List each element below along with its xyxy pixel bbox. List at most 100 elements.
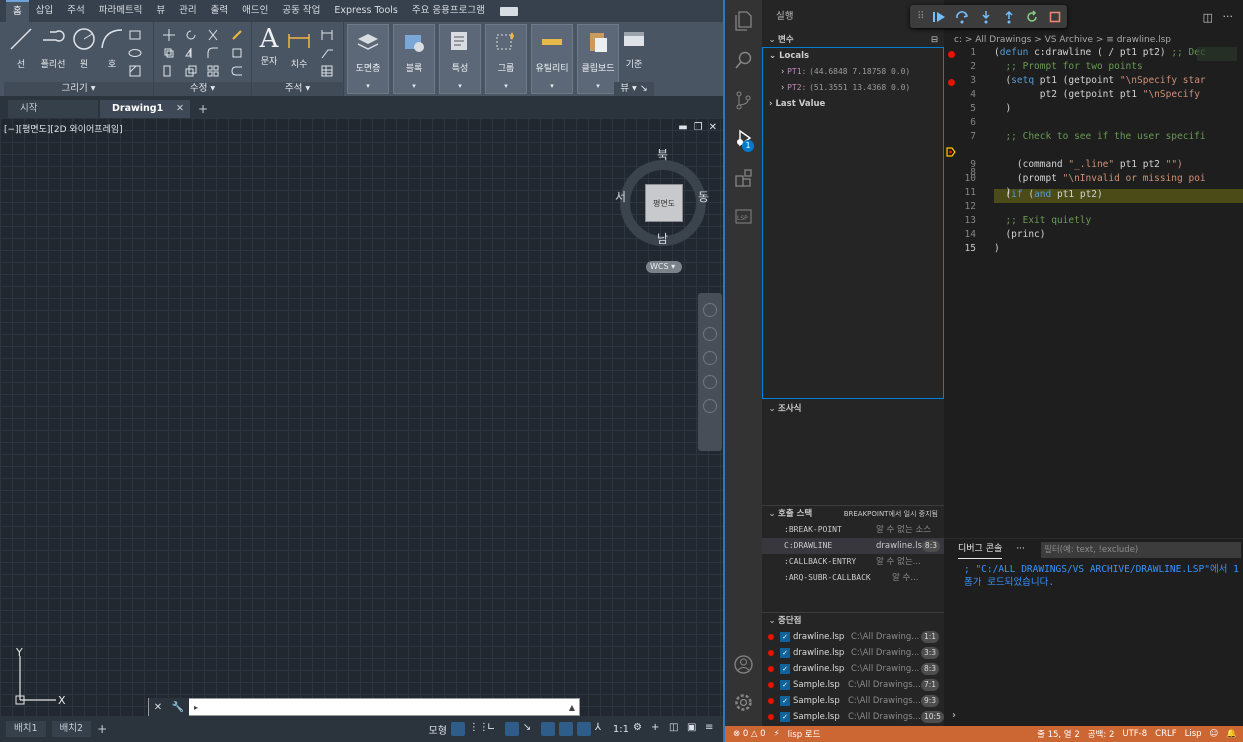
breakpoint-marker-icon[interactable]: [948, 51, 955, 58]
ribbon-tab-manage[interactable]: 관리: [172, 0, 203, 22]
eol-status[interactable]: CRLF: [1155, 729, 1176, 739]
clipboard-button[interactable]: 클립보드 ▾: [577, 24, 619, 94]
minimize-viewport-icon[interactable]: ▬: [678, 122, 687, 133]
command-expand-icon[interactable]: ▲: [565, 703, 579, 712]
account-icon[interactable]: [733, 654, 754, 675]
ortho-icon[interactable]: ∟: [487, 722, 501, 736]
utilities-button[interactable]: 유틸리티 ▾: [531, 24, 573, 94]
fillet-icon[interactable]: [206, 46, 220, 60]
polar-icon[interactable]: [504, 722, 519, 736]
breakpoint-checkbox[interactable]: ✓: [780, 648, 790, 658]
settings-gear-icon[interactable]: ⚙: [633, 722, 647, 736]
debug-status-icon[interactable]: ⚡: [774, 729, 780, 739]
restart-button[interactable]: [1021, 7, 1044, 27]
explorer-icon[interactable]: [733, 10, 754, 31]
breakpoint-item[interactable]: ✓ Sample.lsp C:\All Drawings... 7:1: [762, 677, 944, 693]
snap-icon[interactable]: ⋮⋮: [469, 722, 489, 736]
array-icon[interactable]: [206, 64, 220, 78]
annotation-scale[interactable]: 1:1: [613, 724, 629, 735]
more-actions-icon[interactable]: ···: [1223, 10, 1234, 23]
minimap[interactable]: [1197, 47, 1237, 61]
arc-button[interactable]: 호: [98, 26, 126, 70]
command-close-icon[interactable]: ✕: [154, 702, 162, 713]
draw-panel-title[interactable]: 그리기 ▾: [4, 82, 153, 96]
callstack-frame[interactable]: :BREAK-POINT 알 수 없는 소스: [762, 522, 944, 538]
console-filter-input[interactable]: 필터(예: text, !exclude): [1041, 542, 1241, 558]
steering-wheel-icon[interactable]: [703, 303, 717, 317]
breakpoint-item[interactable]: ✓ Sample.lsp C:\All Drawings... 9:3: [762, 693, 944, 709]
lsp-icon[interactable]: LSP: [733, 206, 754, 227]
repl-input[interactable]: ›: [944, 710, 1243, 726]
ribbon-tab-parametric[interactable]: 파라메트릭: [92, 0, 150, 22]
drawing-canvas[interactable]: [−][평면도][2D 와이어프레임] ▬ ❐ ✕ 평면도 북 남 동 서 WC…: [0, 118, 723, 716]
drag-handle-icon[interactable]: ⠿: [914, 7, 928, 27]
search-icon[interactable]: [733, 50, 754, 71]
step-over-button[interactable]: [951, 7, 974, 27]
base-button[interactable]: 기준: [618, 26, 650, 70]
breadcrumb[interactable]: c: > All Drawings > VS Archive > ≡ drawl…: [944, 34, 1243, 47]
callstack-frame[interactable]: C:DRAWLINE drawline.lsp 8:3: [762, 538, 944, 554]
breakpoints-section-header[interactable]: ⌄ 중단점: [762, 613, 944, 629]
layers-button[interactable]: 도면층 ▾: [347, 24, 389, 94]
ribbon-tab-insert[interactable]: 삽입: [29, 0, 60, 22]
stretch-icon[interactable]: [162, 64, 176, 78]
breakpoint-checkbox[interactable]: ✓: [780, 632, 790, 642]
viewport-controls-label[interactable]: [−][평면도][2D 와이어프레임]: [4, 122, 123, 135]
split-editor-icon[interactable]: ◫: [1203, 11, 1213, 24]
object-snap-icon[interactable]: [540, 722, 555, 736]
command-customize-icon[interactable]: 🔧: [172, 702, 184, 713]
ribbon-tab-annotate[interactable]: 주석: [60, 0, 91, 22]
scale-icon[interactable]: [184, 64, 198, 78]
watch-section-header[interactable]: ⌄ 조사식: [762, 401, 944, 417]
snap-track-icon[interactable]: [558, 722, 573, 736]
annotation-panel-title[interactable]: 주석 ▾: [252, 82, 343, 96]
table-icon[interactable]: [320, 64, 334, 78]
rectangle-icon[interactable]: [128, 28, 142, 42]
line-button[interactable]: 선: [6, 26, 36, 70]
locals-scope[interactable]: ⌄ Locals: [763, 48, 943, 64]
tab-start[interactable]: 시작: [8, 100, 98, 118]
ribbon-tab-home[interactable]: 홈: [6, 0, 29, 22]
command-input[interactable]: [203, 699, 565, 715]
step-out-button[interactable]: [997, 7, 1020, 27]
orbit-icon[interactable]: [703, 375, 717, 389]
breakpoint-item[interactable]: ✓ Sample.lsp C:\All Drawings... 10:5: [762, 709, 944, 725]
stop-button[interactable]: [1044, 7, 1067, 27]
showmotion-icon[interactable]: [703, 399, 717, 413]
ellipse-icon[interactable]: [128, 46, 142, 60]
offset-icon[interactable]: [230, 64, 244, 78]
zoom-icon[interactable]: [703, 351, 717, 365]
problems-status[interactable]: ⊗ 0 △ 0: [733, 729, 766, 739]
ribbon-tab-addins[interactable]: 애드인: [235, 0, 275, 22]
mirror-icon[interactable]: [184, 46, 198, 60]
move-icon[interactable]: [162, 28, 176, 42]
modify-panel-title[interactable]: 수정 ▾: [154, 82, 251, 96]
viewcube[interactable]: 평면도 북 남 동 서: [612, 146, 712, 246]
variable-row[interactable]: › PT2: (51.3551 13.4368 0.0): [763, 80, 943, 96]
breakpoint-checkbox[interactable]: ✓: [780, 680, 790, 690]
isolate-icon[interactable]: ◫: [669, 722, 683, 736]
breakpoint-checkbox[interactable]: ✓: [780, 696, 790, 706]
block-button[interactable]: 블록 ▾: [393, 24, 435, 94]
breakpoint-item[interactable]: ✓ drawline.lsp C:\All Drawing... 1:1: [762, 629, 944, 645]
rotate-icon[interactable]: [184, 28, 198, 42]
source-control-icon[interactable]: [733, 90, 754, 111]
indentation-status[interactable]: 공백: 2: [1088, 728, 1115, 740]
hatch-icon[interactable]: [128, 64, 142, 78]
collapse-all-icon[interactable]: ⊟: [931, 32, 938, 48]
ribbon-tab-featured-apps[interactable]: 주요 응용프로그램: [405, 0, 492, 22]
customize-menu-icon[interactable]: ≡: [705, 722, 719, 736]
callstack-frame[interactable]: :CALLBACK-ENTRY 알 수 없는...: [762, 554, 944, 570]
fullscreen-icon[interactable]: ▣: [687, 722, 701, 736]
command-history-icon[interactable]: ▸: [189, 703, 203, 712]
isodraft-icon[interactable]: ↘: [523, 722, 537, 736]
continue-button[interactable]: [928, 7, 951, 27]
layout-tab-1[interactable]: 배치1: [6, 721, 46, 737]
language-mode[interactable]: Lisp: [1185, 729, 1202, 739]
leader-icon[interactable]: [320, 46, 334, 60]
layout-tab-2[interactable]: 배치2: [51, 721, 92, 737]
ribbon-tab-view[interactable]: 뷰: [149, 0, 172, 22]
breakpoint-checkbox[interactable]: ✓: [780, 664, 790, 674]
model-space-button[interactable]: 모형: [429, 722, 447, 737]
last-value-scope[interactable]: › Last Value: [763, 96, 943, 112]
